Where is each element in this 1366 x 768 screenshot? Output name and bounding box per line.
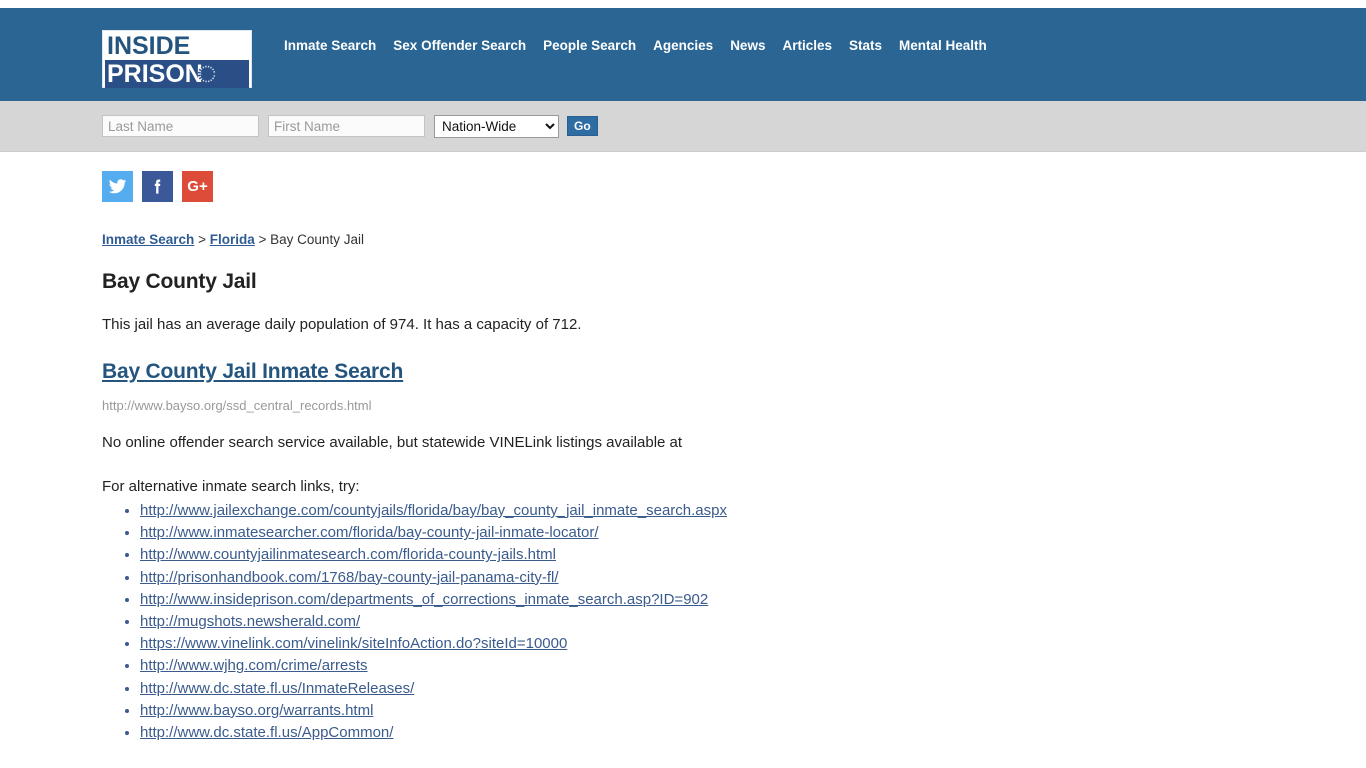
twitter-bird-icon [108, 179, 127, 194]
list-item: http://www.bayso.org/warrants.html [140, 700, 1366, 722]
inmate-search-heading: Bay County Jail Inmate Search [102, 360, 1366, 384]
site-logo[interactable]: INSIDE PRISON [102, 30, 252, 88]
search-scope-select[interactable]: Nation-Wide [434, 114, 559, 138]
alt-link[interactable]: http://www.countyjailinmatesearch.com/fl… [140, 546, 556, 563]
breadcrumb-separator-1: > [198, 232, 206, 247]
main-navigation[interactable]: Inmate Search Sex Offender Search People… [284, 36, 1004, 56]
source-url-text: http://www.bayso.org/ssd_central_records… [102, 398, 372, 413]
alt-link[interactable]: http://www.dc.state.fl.us/InmateReleases… [140, 680, 414, 697]
breadcrumb-link-inmate-search[interactable]: Inmate Search [102, 232, 194, 247]
facebook-f-icon [154, 179, 161, 194]
list-item: http://www.dc.state.fl.us/InmateReleases… [140, 678, 1366, 700]
social-share-row: G+ [102, 152, 1366, 202]
alt-link[interactable]: https://www.vinelink.com/vinelink/siteIn… [140, 635, 567, 652]
alt-link[interactable]: http://prisonhandbook.com/1768/bay-count… [140, 569, 559, 586]
list-item: http://www.inmatesearcher.com/florida/ba… [140, 522, 1366, 544]
inmate-search-link[interactable]: Bay County Jail Inmate Search [102, 360, 403, 383]
breadcrumb-link-florida[interactable]: Florida [210, 232, 255, 247]
alt-link[interactable]: http://www.insideprison.com/departments_… [140, 591, 708, 608]
logo-text-inside: INSIDE [107, 32, 191, 60]
logo-line-prison: PRISON [105, 60, 249, 88]
list-item: http://www.insideprison.com/departments_… [140, 589, 1366, 611]
logo-line-inside: INSIDE [105, 33, 249, 59]
list-item: http://mugshots.newsherald.com/ [140, 611, 1366, 633]
alt-link[interactable]: http://www.inmatesearcher.com/florida/ba… [140, 524, 599, 541]
alt-link[interactable]: http://mugshots.newsherald.com/ [140, 613, 360, 630]
prison-ring-icon [197, 64, 217, 84]
list-item: http://www.jailexchange.com/countyjails/… [140, 500, 1366, 522]
breadcrumb: Inmate Search > Florida > Bay County Jai… [102, 231, 1366, 249]
breadcrumb-separator-2: > [258, 232, 267, 247]
quick-search-bar: Nation-Wide Go [0, 101, 1366, 152]
list-item: http://www.countyjailinmatesearch.com/fl… [140, 544, 1366, 566]
facebook-share-icon[interactable] [142, 171, 173, 202]
alt-link[interactable]: http://www.bayso.org/warrants.html [140, 702, 373, 719]
page-content: G+ Inmate Search > Florida > Bay County … [0, 152, 1366, 768]
site-header: INSIDE PRISON Inmate Search Sex Offender… [0, 8, 1366, 101]
nav-item-inmate-search[interactable]: Inmate Search [284, 36, 393, 56]
first-name-input[interactable] [268, 115, 425, 137]
list-item: https://www.vinelink.com/vinelink/siteIn… [140, 633, 1366, 655]
alt-link[interactable]: http://www.wjhg.com/crime/arrests [140, 657, 368, 674]
alt-link[interactable]: http://www.dc.state.fl.us/AppCommon/ [140, 724, 393, 741]
nav-item-articles[interactable]: Articles [782, 36, 849, 56]
nav-item-sex-offender-search[interactable]: Sex Offender Search [393, 36, 543, 56]
last-name-input[interactable] [102, 115, 259, 137]
top-white-strip [0, 0, 1366, 8]
alt-link[interactable]: http://www.jailexchange.com/countyjails/… [140, 502, 727, 519]
alternative-links-intro: For alternative inmate search links, try… [102, 478, 360, 495]
alternative-links-list: http://www.jailexchange.com/countyjails/… [102, 500, 1366, 744]
twitter-share-icon[interactable] [102, 171, 133, 202]
logo-text-prison: PRISON [107, 60, 203, 88]
nav-item-news[interactable]: News [730, 36, 782, 56]
nav-item-agencies[interactable]: Agencies [653, 36, 730, 56]
googleplus-share-icon[interactable]: G+ [182, 171, 213, 202]
list-item: http://prisonhandbook.com/1768/bay-count… [140, 567, 1366, 589]
search-go-button[interactable]: Go [567, 116, 598, 136]
list-item: http://www.dc.state.fl.us/AppCommon/ [140, 722, 1366, 744]
nav-item-stats[interactable]: Stats [849, 36, 899, 56]
page-title: Bay County Jail [102, 270, 257, 293]
googleplus-g-icon: G+ [187, 178, 208, 195]
nav-item-people-search[interactable]: People Search [543, 36, 653, 56]
nav-item-mental-health[interactable]: Mental Health [899, 36, 1004, 56]
breadcrumb-current: Bay County Jail [270, 232, 364, 247]
jail-population-summary: This jail has an average daily populatio… [102, 316, 582, 333]
availability-note: No online offender search service availa… [102, 434, 683, 451]
list-item: http://www.wjhg.com/crime/arrests [140, 655, 1366, 677]
